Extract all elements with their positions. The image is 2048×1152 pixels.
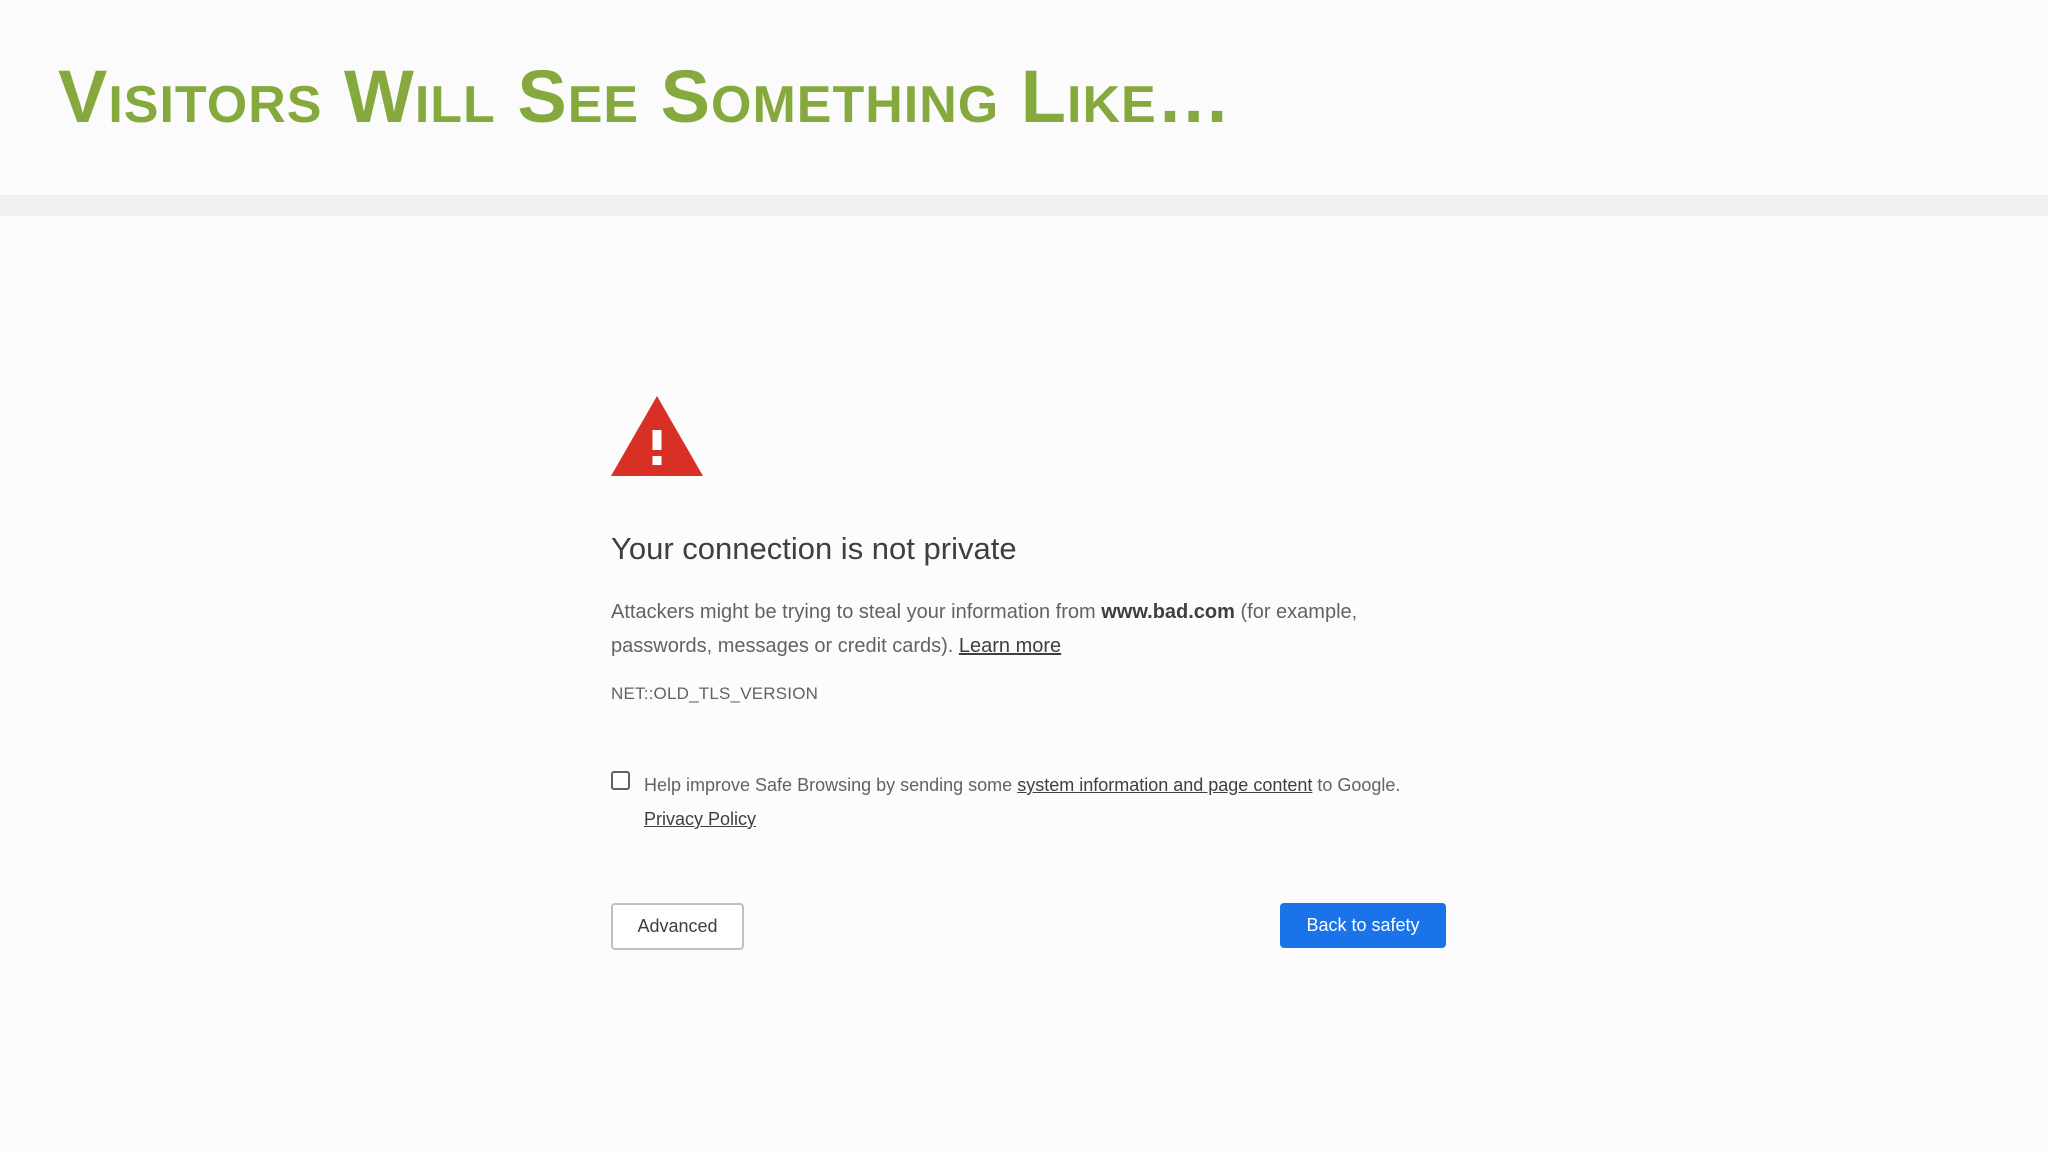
- back-to-safety-button[interactable]: Back to safety: [1280, 903, 1446, 948]
- slide: Visitors Will See Something Like… Your c…: [0, 0, 2048, 1152]
- header-divider: [0, 195, 2048, 216]
- browser-page-screenshot: [0, 216, 2048, 1152]
- error-heading: Your connection is not private: [611, 531, 1017, 566]
- description-text: Attackers might be trying to steal your …: [611, 601, 1102, 623]
- slide-header: Visitors Will See Something Like…: [0, 0, 2048, 195]
- learn-more-link[interactable]: Learn more: [959, 635, 1061, 657]
- system-info-link[interactable]: system information and page content: [1017, 775, 1312, 795]
- slide-title: Visitors Will See Something Like…: [58, 55, 1232, 138]
- privacy-policy-link[interactable]: Privacy Policy: [644, 809, 756, 829]
- safe-browsing-text-continued: to Google.: [1312, 775, 1401, 795]
- warning-triangle-icon: [611, 396, 703, 476]
- safe-browsing-text: Help improve Safe Browsing by sending so…: [644, 775, 1018, 795]
- site-domain: www.bad.com: [1101, 601, 1235, 623]
- safe-browsing-checkbox[interactable]: [611, 771, 630, 790]
- advanced-button[interactable]: Advanced: [611, 903, 744, 950]
- error-code: NET::OLD_TLS_VERSION: [611, 684, 819, 703]
- safe-browsing-label: Help improve Safe Browsing by sending so…: [644, 768, 1446, 836]
- error-description: Attackers might be trying to steal your …: [611, 595, 1446, 663]
